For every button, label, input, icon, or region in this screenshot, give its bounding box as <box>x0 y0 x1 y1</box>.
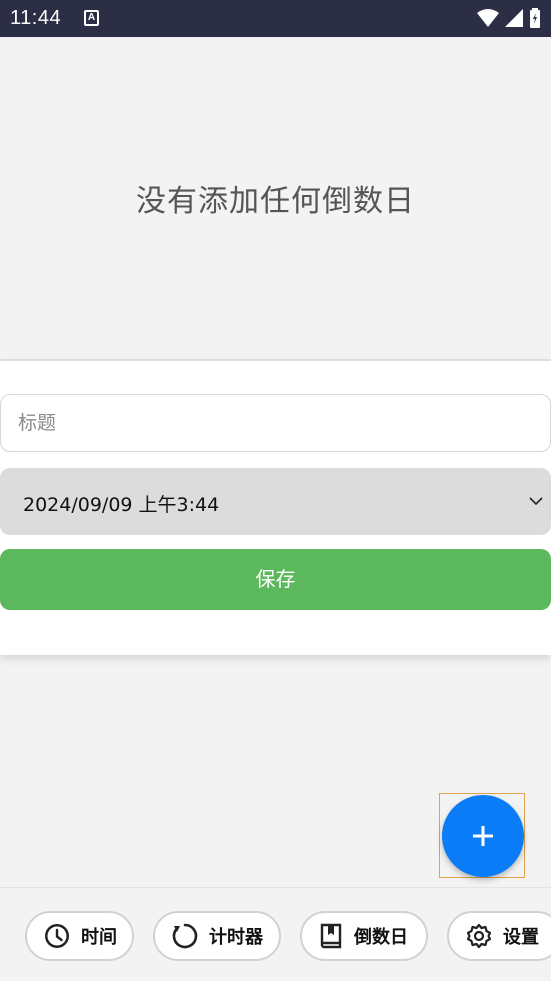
book-icon <box>320 923 342 949</box>
nav-label-countdown: 倒数日 <box>354 927 408 948</box>
status-bar: 11:44 A <box>0 0 551 37</box>
nav-item-settings[interactable]: 设置 <box>447 911 551 961</box>
timer-icon <box>172 923 198 949</box>
bottom-nav: 时间 计时器 倒数日 设置 <box>0 887 551 981</box>
plus-icon <box>473 826 493 846</box>
nav-label-settings: 设置 <box>503 927 539 948</box>
add-countdown-form: 2024/09/09 上午3:44 保存 <box>0 359 551 655</box>
gear-icon <box>466 923 492 949</box>
nav-item-timer[interactable]: 计时器 <box>153 911 281 961</box>
date-value: 2024/09/09 上午3:44 <box>23 494 220 516</box>
title-input[interactable] <box>0 394 551 452</box>
chevron-down-icon <box>529 497 543 506</box>
nav-item-time[interactable]: 时间 <box>25 911 134 961</box>
status-icons <box>477 8 541 28</box>
battery-icon <box>530 8 540 28</box>
wifi-icon <box>477 9 499 27</box>
nav-item-countdown[interactable]: 倒数日 <box>300 911 428 961</box>
status-time: 11:44 <box>10 7 62 29</box>
nav-label-time: 时间 <box>81 927 117 948</box>
fab-highlight-frame <box>439 793 525 878</box>
save-button[interactable]: 保存 <box>0 549 551 610</box>
clock-icon <box>45 924 69 948</box>
empty-state-message: 没有添加任何倒数日 <box>136 184 415 219</box>
add-button[interactable] <box>442 795 524 877</box>
nav-label-timer: 计时器 <box>209 927 263 948</box>
empty-state: 没有添加任何倒数日 <box>0 37 551 359</box>
notification-a-icon: A <box>84 10 99 26</box>
date-picker-select[interactable]: 2024/09/09 上午3:44 <box>0 468 551 535</box>
signal-icon <box>505 9 523 27</box>
